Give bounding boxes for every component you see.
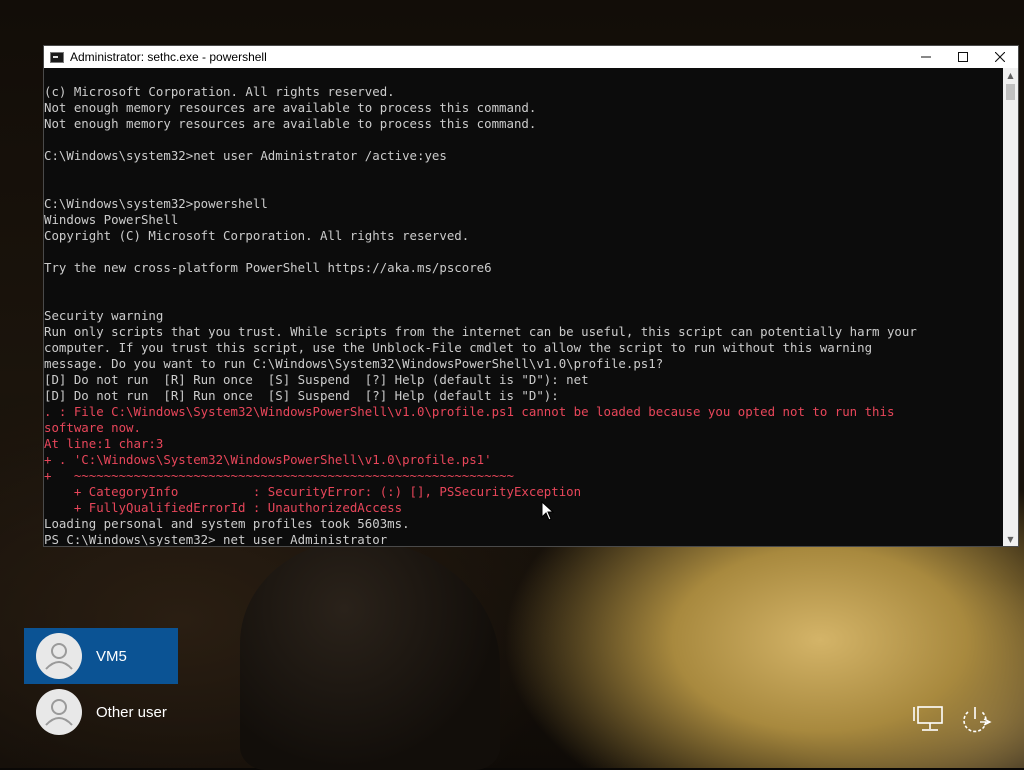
console-app-icon (50, 51, 64, 63)
minimize-button[interactable] (907, 46, 944, 68)
network-icon[interactable] (912, 705, 944, 735)
terminal-line: At line:1 char:3 (44, 436, 164, 451)
terminal-line: + FullyQualifiedErrorId : UnauthorizedAc… (44, 500, 403, 515)
terminal-line: Copyright (C) Microsoft Corporation. All… (44, 228, 470, 243)
maximize-button[interactable] (944, 46, 981, 68)
user-tile-vm5[interactable]: VM5 (24, 628, 178, 684)
terminal-line: Not enough memory resources are availabl… (44, 116, 537, 131)
terminal-line: + CategoryInfo : SecurityError: (:) [], … (44, 484, 582, 499)
power-icon[interactable] (958, 705, 992, 737)
terminal-line: Security warning (44, 308, 164, 323)
terminal-line: Windows PowerShell (44, 212, 179, 227)
window-controls (907, 46, 1018, 68)
scrollbar-thumb[interactable] (1006, 84, 1015, 100)
terminal-line: C:\Windows\system32>powershell (44, 196, 268, 211)
window-title: Administrator: sethc.exe - powershell (70, 50, 267, 64)
user-avatar-icon (36, 689, 82, 735)
terminal-line: Try the new cross-platform PowerShell ht… (44, 260, 492, 275)
terminal-line: (c) Microsoft Corporation. All rights re… (44, 84, 395, 99)
maximize-icon (957, 52, 968, 62)
terminal-line: + . 'C:\Windows\System32\WindowsPowerShe… (44, 452, 492, 467)
terminal-line: Not enough memory resources are availabl… (44, 100, 537, 115)
user-tile-other-user[interactable]: Other user (24, 684, 178, 740)
scroll-down-arrow-icon[interactable]: ▼ (1003, 532, 1018, 546)
terminal-line: C:\Windows\system32>net user Administrat… (44, 148, 447, 163)
scroll-up-arrow-icon[interactable]: ▲ (1003, 68, 1018, 82)
terminal-line: . : File C:\Windows\System32\WindowsPowe… (44, 404, 895, 419)
terminal-line: [D] Do not run [R] Run once [S] Suspend … (44, 388, 559, 403)
title-bar[interactable]: Administrator: sethc.exe - powershell (44, 46, 1018, 68)
mouse-pointer-icon (541, 501, 555, 521)
minimize-icon (920, 56, 931, 58)
console-window[interactable]: Administrator: sethc.exe - powershell (c… (43, 45, 1019, 547)
terminal-line: PS C:\Windows\system32> net user Adminis… (44, 532, 388, 546)
terminal-line: software now. (44, 420, 141, 435)
terminal-line: message. Do you want to run C:\Windows\S… (44, 356, 664, 371)
user-name: VM5 (96, 647, 127, 665)
close-icon (994, 52, 1005, 62)
terminal-line: + ~~~~~~~~~~~~~~~~~~~~~~~~~~~~~~~~~~~~~~… (44, 468, 514, 483)
terminal-line: Run only scripts that you trust. While s… (44, 324, 917, 339)
terminal-output[interactable]: (c) Microsoft Corporation. All rights re… (44, 68, 1004, 546)
terminal-line: Loading personal and system profiles too… (44, 516, 410, 531)
user-name: Other user (96, 703, 167, 721)
terminal-line: [D] Do not run [R] Run once [S] Suspend … (44, 372, 589, 387)
user-avatar-icon (36, 633, 82, 679)
close-button[interactable] (981, 46, 1018, 68)
vertical-scrollbar[interactable]: ▲ ▼ (1003, 68, 1018, 546)
terminal-line: computer. If you trust this script, use … (44, 340, 873, 355)
